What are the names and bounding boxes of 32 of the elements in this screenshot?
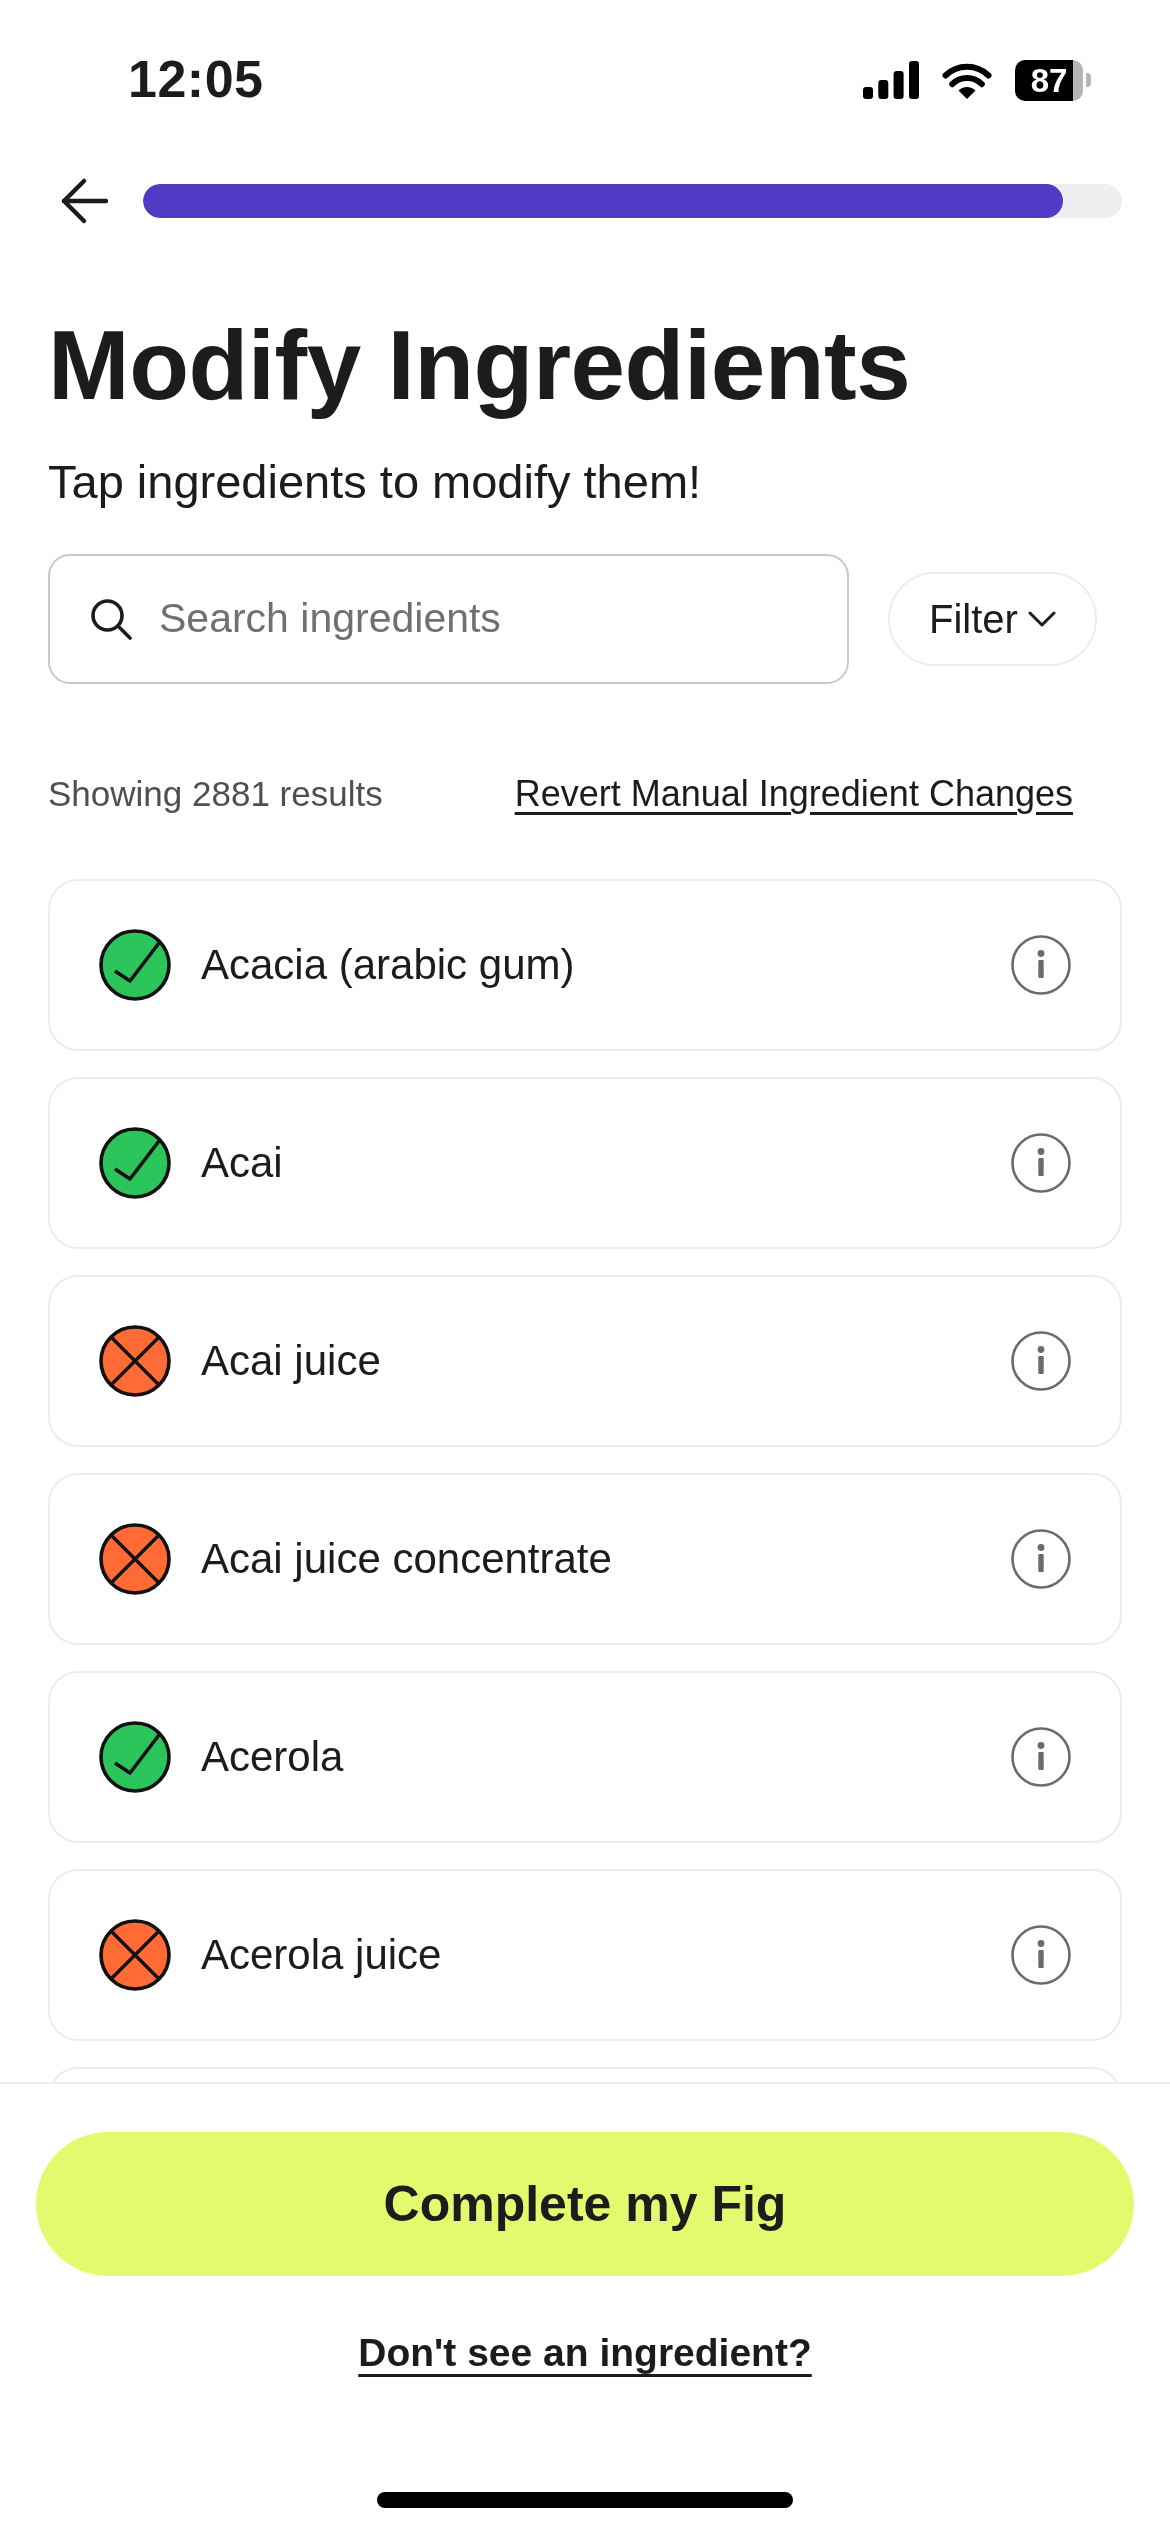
info-icon[interactable] xyxy=(1011,1529,1071,1590)
status-time: 12:05 xyxy=(128,51,264,109)
search-input[interactable]: Search ingredients xyxy=(159,588,817,650)
ingredient-name: Acacia (arabic gum) xyxy=(201,939,575,990)
ingredient-card[interactable]: Acerola juice xyxy=(48,1869,1122,2042)
ingredient-name: Acerola xyxy=(201,1731,344,1782)
revert-changes-link[interactable]: Revert Manual Ingredient Changes xyxy=(514,772,1073,816)
info-icon[interactable] xyxy=(1011,1727,1071,1788)
search-icon xyxy=(90,598,132,641)
search-field[interactable]: Search ingredients xyxy=(48,554,849,685)
signal-icon xyxy=(863,61,919,99)
ingredient-name: Acerola juice xyxy=(201,1929,442,1980)
info-icon[interactable] xyxy=(1011,1133,1071,1194)
page-subtitle: Tap ingredients to modify them! xyxy=(48,453,702,510)
complete-button[interactable]: Complete my Fig xyxy=(36,2132,1134,2276)
battery-indicator: 87 xyxy=(1015,59,1091,101)
ingredient-name: Acai xyxy=(201,1137,283,1188)
ingredient-card[interactable]: Acai xyxy=(48,1077,1122,1250)
ingredient-card[interactable]: Acai juice concentrate xyxy=(48,1473,1122,1646)
info-icon[interactable] xyxy=(1011,935,1071,996)
ingredient-name: Acai juice concentrate xyxy=(201,1533,612,1584)
filter-button[interactable]: Filter xyxy=(888,572,1097,667)
ingredient-card[interactable]: Acai juice xyxy=(48,1275,1122,1448)
ingredient-name: Acai juice xyxy=(201,1335,381,1386)
ingredient-card[interactable]: Acerola xyxy=(48,1671,1122,1844)
chevron-down-icon xyxy=(1027,611,1056,628)
info-icon[interactable] xyxy=(1011,1331,1071,1392)
page-title: Modify Ingredients xyxy=(48,309,911,422)
ingredient-card[interactable]: Acacia (arabic gum) xyxy=(48,879,1122,1052)
missing-ingredient-link[interactable]: Don't see an ingredient? xyxy=(358,2330,812,2377)
info-icon[interactable] xyxy=(1011,1925,1071,1986)
results-count: Showing 2881 results xyxy=(48,773,383,816)
